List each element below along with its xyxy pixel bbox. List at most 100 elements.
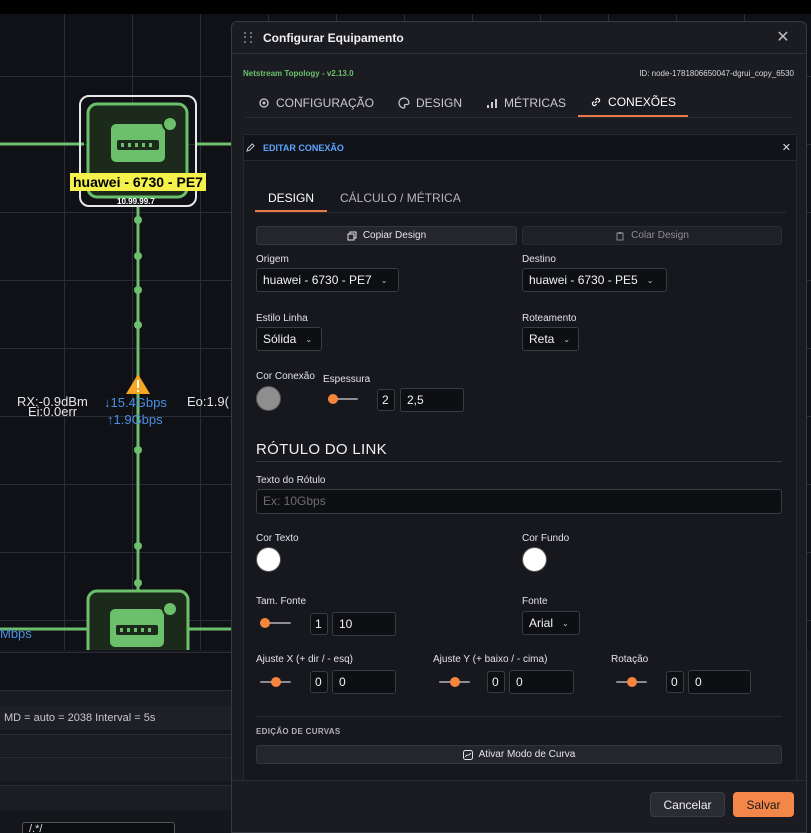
link-up-text: ↑1.9Gbps xyxy=(107,412,163,427)
copy-design-button[interactable]: Copiar Design xyxy=(256,226,517,245)
thickness-input[interactable]: 2,5 xyxy=(400,388,464,412)
adjust-y-mini-input[interactable]: 0 xyxy=(487,671,505,693)
dest-value: huawei - 6730 - PE5 xyxy=(529,273,638,287)
adjust-y-input[interactable]: 0 xyxy=(509,670,574,694)
chevron-down-icon: ⌄ xyxy=(380,275,388,285)
origin-select[interactable]: huawei - 6730 - PE7 ⌄ xyxy=(256,268,399,292)
save-button[interactable]: Salvar xyxy=(733,792,794,817)
text-color-picker[interactable] xyxy=(256,547,281,572)
font-size-label: Tam. Fonte xyxy=(256,596,307,607)
chevron-down-icon: ⌄ xyxy=(646,275,654,285)
link-ei-text: Ei:0.0err xyxy=(28,404,78,419)
modal-footer: Cancelar Salvar xyxy=(232,780,806,832)
edit-connection-header: EDITAR CONEXÃO xyxy=(244,135,796,161)
font-size-input[interactable]: 10 xyxy=(332,612,396,636)
conn-color-label: Cor Conexão xyxy=(256,371,315,382)
adjust-x-input[interactable]: 0 xyxy=(332,670,396,694)
tab-design[interactable]: DESIGN xyxy=(386,88,474,117)
warning-triangle-icon xyxy=(126,374,150,394)
router-icon xyxy=(110,609,164,647)
pencil-icon xyxy=(246,143,255,152)
tab-configuracao-label: CONFIGURAÇÃO xyxy=(276,95,375,110)
palette-icon xyxy=(398,96,410,109)
paste-design-button[interactable]: Colar Design xyxy=(522,226,782,245)
app-version: Netstream Topology - v2.13.0 xyxy=(243,69,354,78)
tab-conexoes-label: CONEXÕES xyxy=(608,94,677,109)
app-root: huawei - 6730 - PE7 10.99.99.7 RX:-0.9dB… xyxy=(0,0,811,833)
conn-color-picker[interactable] xyxy=(256,386,281,411)
link-bottom-left-text: Mbps xyxy=(0,626,32,641)
regex-select[interactable]: /.*/ xyxy=(22,822,175,833)
font-size-mini-input[interactable]: 1 xyxy=(310,613,328,635)
thickness-mini-input[interactable]: 2 xyxy=(377,389,395,411)
routing-select[interactable]: Reta ⌄ xyxy=(522,327,579,351)
chevron-down-icon: ⌄ xyxy=(305,334,313,344)
tab-design-label: DESIGN xyxy=(416,95,463,110)
node-top-ip: 10.99.99.7 xyxy=(117,197,155,206)
slider-thumb[interactable] xyxy=(449,677,460,687)
edit-close-icon[interactable]: ✕ xyxy=(782,141,791,154)
origin-label: Origem xyxy=(256,254,289,265)
tab-conexoes[interactable]: CONEXÕES xyxy=(578,88,689,117)
status-line: MD = auto = 2038 Interval = 5s xyxy=(0,706,240,730)
routing-value: Reta xyxy=(529,332,555,346)
drag-handle-icon[interactable] xyxy=(244,31,254,44)
chevron-down-icon: ⌄ xyxy=(562,618,569,628)
regex-select-value: /.*/ xyxy=(29,823,43,833)
adjust-x-slider[interactable] xyxy=(260,677,291,687)
thickness-slider[interactable] xyxy=(328,394,358,404)
tab-configuracao[interactable]: CONFIGURAÇÃO xyxy=(246,88,386,117)
paste-design-label: Colar Design xyxy=(631,230,689,241)
subtab-calculo[interactable]: CÁLCULO / MÉTRICA xyxy=(327,185,474,212)
line-style-value: Sólida xyxy=(263,332,297,346)
close-icon[interactable]: ✕ xyxy=(776,30,790,46)
line-style-select[interactable]: Sólida ⌄ xyxy=(256,327,322,351)
rotation-slider[interactable] xyxy=(616,677,647,687)
section-divider xyxy=(256,461,782,462)
label-text-label: Texto do Rótulo xyxy=(256,475,326,486)
subtab-design[interactable]: DESIGN xyxy=(255,185,328,212)
font-select[interactable]: Arial ⌄ xyxy=(522,611,580,635)
edit-connection-panel: EDITAR CONEXÃO ✕ DESIGN CÁLCULO / MÉTRIC… xyxy=(243,134,797,782)
slider-thumb[interactable] xyxy=(328,394,338,404)
modal-title: Configurar Equipamento xyxy=(263,30,404,45)
origin-value: huawei - 6730 - PE7 xyxy=(263,273,372,287)
meta-row: Netstream Topology - v2.13.0 ID: node-17… xyxy=(243,69,794,78)
cancel-button[interactable]: Cancelar xyxy=(650,792,725,817)
label-text-input[interactable]: Ex: 10Gbps xyxy=(256,489,782,514)
adjust-x-label: Ajuste X (+ dir / - esq) xyxy=(256,654,353,665)
router-icon xyxy=(111,124,165,162)
adjust-x-mini-input[interactable]: 0 xyxy=(310,671,328,693)
slider-thumb[interactable] xyxy=(270,677,281,687)
dest-select[interactable]: huawei - 6730 - PE5 ⌄ xyxy=(522,268,667,292)
line-style-label: Estilo Linha xyxy=(256,313,308,324)
bg-color-label: Cor Fundo xyxy=(522,533,570,544)
curve-mode-button[interactable]: Ativar Modo de Curva xyxy=(256,745,782,764)
bottom-strip-1 xyxy=(0,652,240,690)
link-label-section-title: RÓTULO DO LINK xyxy=(256,441,387,458)
copy-design-label: Copiar Design xyxy=(362,230,427,241)
rotation-label: Rotação xyxy=(611,654,649,665)
link-eo-text: Eo:1.9( xyxy=(187,394,229,409)
chevron-down-icon: ⌄ xyxy=(563,334,571,344)
slider-thumb[interactable] xyxy=(260,618,270,628)
thickness-label: Espessura xyxy=(323,374,371,385)
adjust-y-slider[interactable] xyxy=(439,677,470,687)
bottom-strip-2 xyxy=(0,690,240,706)
tab-metricas[interactable]: MÉTRICAS xyxy=(474,88,578,117)
tab-metricas-label: MÉTRICAS xyxy=(504,95,567,110)
sub-tabs: DESIGN CÁLCULO / MÉTRICA xyxy=(255,185,786,213)
routing-label: Roteamento xyxy=(522,313,577,324)
bottom-strip-4 xyxy=(0,757,240,781)
edit-connection-title: EDITAR CONEXÃO xyxy=(263,142,344,153)
slider-thumb[interactable] xyxy=(626,677,637,687)
rotation-mini-input[interactable]: 0 xyxy=(666,671,684,693)
rotation-input[interactable]: 0 xyxy=(688,670,751,694)
curves-divider xyxy=(256,716,782,717)
dest-label: Destino xyxy=(522,254,556,265)
modal-header[interactable]: Configurar Equipamento ✕ xyxy=(232,22,806,54)
node-bottom-status-dot xyxy=(162,601,178,617)
font-size-slider[interactable] xyxy=(260,618,291,628)
main-tabs: CONFIGURAÇÃO DESIGN MÉTRICAS CONEXÕES xyxy=(246,88,792,118)
bg-color-picker[interactable] xyxy=(522,547,547,572)
